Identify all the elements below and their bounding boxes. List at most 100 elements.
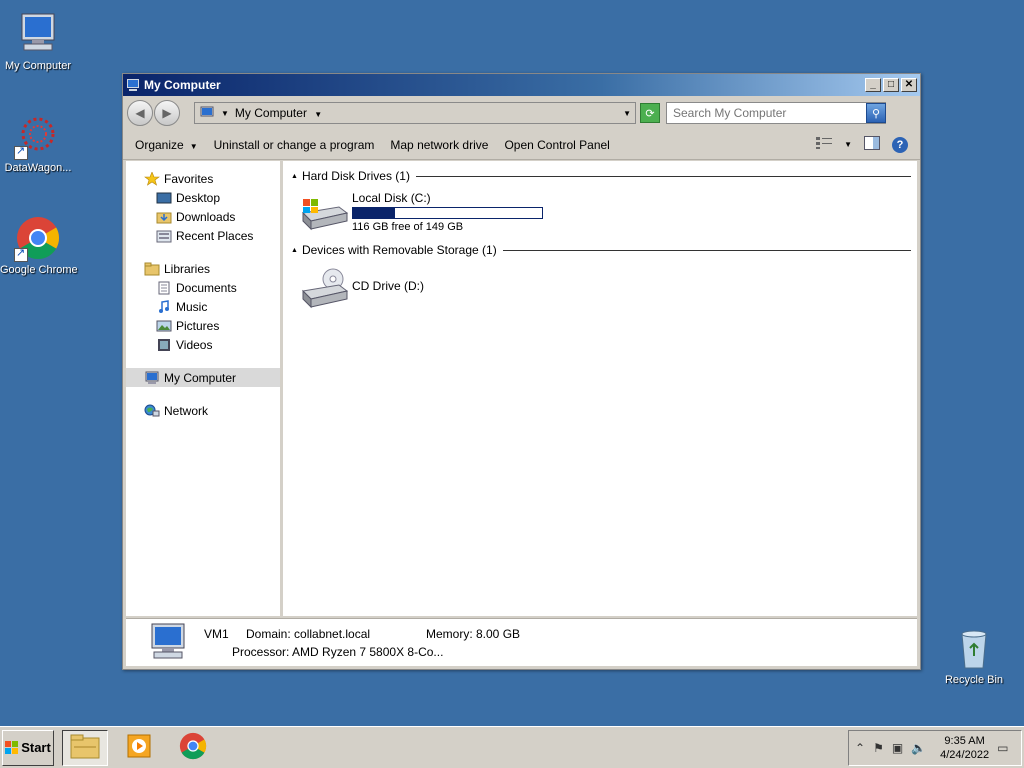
taskbar-explorer-button[interactable] xyxy=(62,729,108,766)
collapse-triangle-icon[interactable]: ▲ xyxy=(291,173,298,180)
clock-time: 9:35 AM xyxy=(944,734,985,747)
nav-item-downloads[interactable]: Downloads xyxy=(126,207,280,226)
open-control-panel-button[interactable]: Open Control Panel xyxy=(504,138,609,152)
drive-usage-fill xyxy=(353,208,395,218)
group-header-label: Hard Disk Drives (1) xyxy=(301,169,410,183)
computer-icon xyxy=(199,106,215,120)
recycle-bin-icon xyxy=(950,624,998,672)
show-hidden-icons-chevron-icon[interactable]: ⌃ xyxy=(855,741,865,755)
chevron-down-icon: ▼ xyxy=(314,110,323,119)
star-icon xyxy=(144,170,160,186)
taskbar-chrome-button[interactable] xyxy=(170,730,216,766)
nav-item-network[interactable]: Network xyxy=(126,401,280,420)
shortcut-arrow-icon xyxy=(14,144,28,160)
content-pane: ▲ Hard Disk Drives (1) Local Disk (C:) 1… xyxy=(283,161,917,616)
help-icon[interactable]: ? xyxy=(892,136,908,153)
network-status-icon[interactable]: ▣ xyxy=(892,741,903,755)
datawagon-icon xyxy=(14,112,62,160)
nav-item-desktop[interactable]: Desktop xyxy=(126,188,280,207)
chrome-icon xyxy=(178,731,208,764)
window-titlebar[interactable]: My Computer _ □ ✕ xyxy=(123,74,920,96)
search-icon[interactable]: ⚲ xyxy=(866,103,886,123)
details-pane: VM1 Domain: collabnet.local Memory: 8.00… xyxy=(126,618,917,666)
nav-item-libraries[interactable]: Libraries xyxy=(126,259,280,278)
computer-icon xyxy=(126,78,140,92)
uninstall-program-button[interactable]: Uninstall or change a program xyxy=(214,138,375,152)
chevron-down-icon: ▼ xyxy=(189,141,198,151)
nav-item-my-computer[interactable]: My Computer xyxy=(126,368,280,387)
forward-button[interactable]: ▶ xyxy=(154,100,180,126)
recent-places-icon xyxy=(156,229,172,243)
nav-group-computer: My Computer xyxy=(126,368,280,387)
nav-group-network: Network xyxy=(126,401,280,420)
organize-button[interactable]: Organize ▼ xyxy=(135,138,198,152)
action-center-flag-icon[interactable]: ⚑ xyxy=(873,741,884,755)
breadcrumb[interactable]: My Computer ▼ xyxy=(235,106,623,120)
nav-item-recent-places[interactable]: Recent Places xyxy=(126,226,280,245)
breadcrumb-chevron-icon[interactable]: ▼ xyxy=(221,109,229,118)
taskbar: Start ⌃ ⚑ ▣ 🔈 9:35 AM 4/24/2022 ▭ xyxy=(0,726,1024,768)
network-globe-icon xyxy=(144,404,160,418)
group-header-hard-disk-drives[interactable]: ▲ Hard Disk Drives (1) xyxy=(291,167,911,185)
chrome-icon xyxy=(14,214,62,262)
group-header-removable-storage[interactable]: ▲ Devices with Removable Storage (1) xyxy=(291,241,911,259)
volume-speaker-icon[interactable]: 🔈 xyxy=(911,741,926,755)
maximize-button[interactable]: □ xyxy=(883,78,899,92)
desktop-icon-datawagon[interactable]: DataWagon... xyxy=(0,112,76,174)
computer-icon xyxy=(144,622,192,664)
nav-item-label: My Computer xyxy=(164,370,237,385)
documents-icon xyxy=(156,281,172,295)
nav-item-favorites[interactable]: Favorites xyxy=(126,169,280,188)
close-button[interactable]: ✕ xyxy=(901,78,917,92)
drive-info: CD Drive (D:) xyxy=(352,267,424,293)
nav-item-label: Recent Places xyxy=(176,228,254,243)
preview-pane-icon[interactable] xyxy=(864,136,880,153)
group-divider xyxy=(502,249,911,251)
drive-item-local-disk-c[interactable]: Local Disk (C:) 116 GB free of 149 GB xyxy=(299,191,911,235)
address-bar: ◀ ▶ ▼ My Computer ▼ ▼ ⟳ ⚲ xyxy=(123,96,920,130)
command-bar: Organize ▼ Uninstall or change a program … xyxy=(123,130,920,160)
view-dropdown-chevron-icon[interactable]: ▼ xyxy=(844,140,852,149)
view-options-icon[interactable] xyxy=(816,137,833,152)
music-note-icon xyxy=(156,299,172,314)
taskbar-media-player-button[interactable] xyxy=(116,730,162,766)
drive-name: CD Drive (D:) xyxy=(352,279,424,293)
collapse-triangle-icon[interactable]: ▲ xyxy=(291,247,298,254)
desktop-icon-label: Google Chrome xyxy=(0,264,78,276)
drive-item-cd-drive-d[interactable]: CD Drive (D:) xyxy=(299,267,911,311)
desktop-icon-my-computer[interactable]: My Computer xyxy=(0,10,76,72)
group-header-label: Devices with Removable Storage (1) xyxy=(301,243,497,257)
refresh-button[interactable]: ⟳ xyxy=(640,103,660,123)
desktop-icon-recycle-bin[interactable]: Recycle Bin xyxy=(936,624,1012,686)
address-field[interactable]: ▼ My Computer ▼ ▼ xyxy=(194,102,636,124)
processor-info: Processor: AMD Ryzen 7 5800X 8-Co... xyxy=(232,644,444,659)
desktop-icon-google-chrome[interactable]: Google Chrome xyxy=(0,214,78,276)
nav-item-pictures[interactable]: Pictures xyxy=(126,316,280,335)
drive-usage-bar xyxy=(352,207,543,219)
explorer-window: My Computer _ □ ✕ ◀ ▶ ▼ My Computer ▼ ▼ … xyxy=(122,73,921,670)
nav-item-label: Network xyxy=(164,403,209,418)
nav-item-label: Downloads xyxy=(176,209,236,224)
nav-item-documents[interactable]: Documents xyxy=(126,278,280,297)
nav-item-label: Favorites xyxy=(164,171,214,186)
nav-item-videos[interactable]: Videos xyxy=(126,335,280,354)
window-body: Favorites Desktop Downloads Recent Place… xyxy=(126,161,917,616)
desktop-icon-label: My Computer xyxy=(4,60,72,72)
back-button[interactable]: ◀ xyxy=(127,100,153,126)
cd-drive-icon xyxy=(299,267,349,311)
desktop-icon-label: Recycle Bin xyxy=(944,674,1004,686)
map-network-drive-button[interactable]: Map network drive xyxy=(390,138,488,152)
start-button[interactable]: Start xyxy=(2,729,54,766)
minimize-button[interactable]: _ xyxy=(865,78,881,92)
memory-info: Memory: 8.00 GB xyxy=(426,626,521,641)
show-desktop-icon[interactable]: ▭ xyxy=(997,741,1008,755)
folder-icon xyxy=(69,732,101,763)
search-input[interactable] xyxy=(673,106,866,120)
shortcut-arrow-icon xyxy=(14,246,28,262)
windows-logo-icon xyxy=(5,740,19,755)
address-history-dropdown[interactable]: ▼ xyxy=(623,109,631,118)
nav-item-music[interactable]: Music xyxy=(126,297,280,316)
clock[interactable]: 9:35 AM 4/24/2022 xyxy=(940,734,989,762)
group-divider xyxy=(415,175,911,177)
downloads-folder-icon xyxy=(156,210,172,224)
